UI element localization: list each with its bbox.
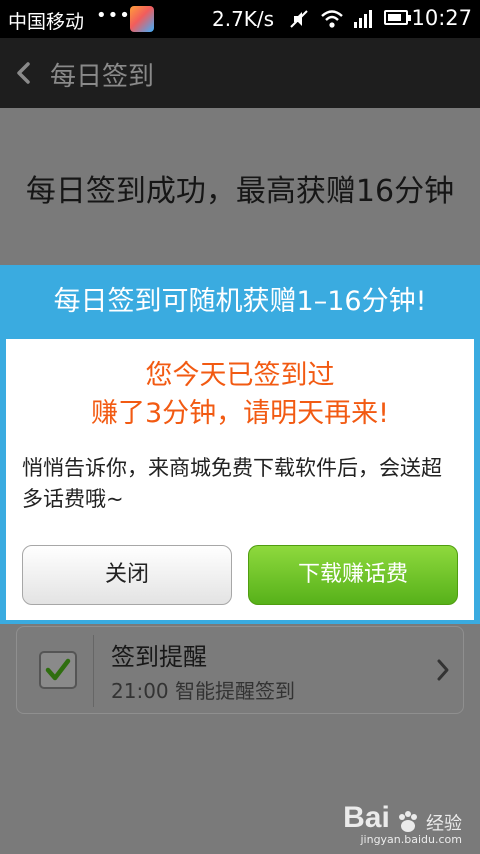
dialog-header: 每日签到可随机获赠1–16分钟! [0, 265, 480, 339]
watermark-text: 经验 [426, 813, 462, 834]
page-title: 每日签到 [50, 62, 155, 92]
reminder-checkbox[interactable] [39, 651, 77, 689]
mute-icon [290, 10, 308, 28]
signal-icon [354, 10, 372, 28]
dialog-message: 悄悄告诉你，来商城免费下载软件后，会送超多话费哦~ [22, 456, 442, 511]
carrier-label: 中国移动 [8, 11, 85, 33]
reminder-subtitle: 21:00 智能提醒签到 [111, 679, 295, 703]
checkin-success-message: 每日签到成功，最高获赠16分钟 [25, 174, 455, 209]
app-store-icon [130, 6, 154, 32]
download-earn-button[interactable]: 下载赚话费 [248, 545, 458, 605]
chevron-right-icon [437, 659, 449, 681]
notification-dots: ••• [96, 5, 131, 26]
card-divider [93, 635, 94, 707]
watermark-logo: Bai [343, 800, 390, 834]
earned-minutes-text: 赚了3分钟，请明天再来! [90, 398, 389, 429]
status-bar: 中国移动 ••• 2.7K/s 10:27 [0, 0, 480, 38]
checkmark-icon [45, 658, 71, 681]
baidu-jingyan-watermark: Bai 经验 jingyan.baidu.com [343, 801, 462, 847]
network-speed: 2.7K/s [212, 7, 275, 31]
wifi-icon [321, 10, 343, 28]
checkin-reminder-row[interactable]: 签到提醒 21:00 智能提醒签到 [16, 626, 464, 714]
watermark-url: jingyan.baidu.com [360, 833, 462, 846]
close-button[interactable]: 关闭 [22, 545, 232, 605]
dialog-body: 您今天已签到过 赚了3分钟，请明天再来! 悄悄告诉你，来商城免费下载软件后，会送… [6, 339, 474, 620]
clock: 10:27 [411, 6, 472, 30]
paw-icon [398, 811, 417, 832]
reminder-title: 签到提醒 [111, 643, 207, 671]
battery-icon [384, 10, 411, 25]
dialog-headline: 您今天已签到过 赚了3分钟，请明天再来! [6, 357, 474, 433]
already-checked-in-text: 您今天已签到过 [145, 360, 335, 391]
back-icon[interactable] [10, 58, 40, 88]
title-bar: 每日签到 [0, 38, 480, 108]
